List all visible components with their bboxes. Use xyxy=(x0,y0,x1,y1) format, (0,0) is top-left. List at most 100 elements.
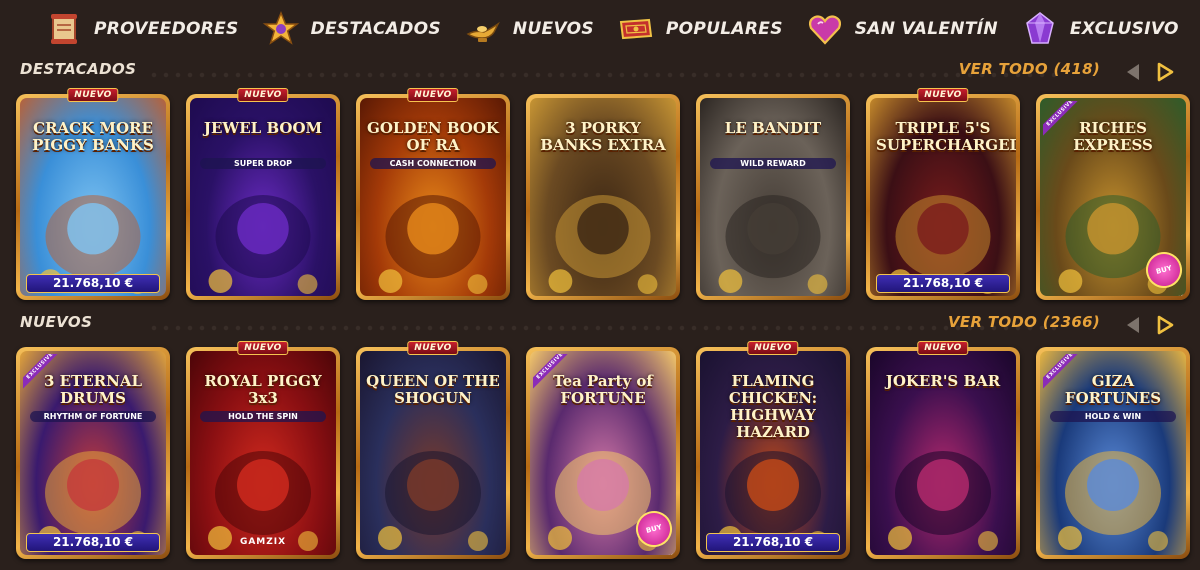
game-title: 3 PORKY BANKS EXTRA xyxy=(540,119,666,154)
game-thumbnail: LE BANDIT WILD REWARD xyxy=(700,98,846,296)
exclusive-label: EXCLUSIVE xyxy=(1043,101,1081,139)
scroll-icon xyxy=(44,9,84,49)
section-title: Destacados xyxy=(20,60,137,78)
game-card[interactable]: FLAMING CHICKEN: HIGHWAY HAZARD 21.768,10… xyxy=(696,341,850,559)
genie-lamp-icon xyxy=(463,9,503,49)
view-all-link[interactable]: Ver todo (418) xyxy=(959,60,1100,78)
game-thumbnail: QUEEN OF THE SHOGUN xyxy=(360,351,506,555)
view-all-link[interactable]: Ver todo (2366) xyxy=(948,313,1100,331)
game-title: JOKER'S BAR xyxy=(885,372,1001,390)
game-card[interactable]: TRIPLE 5'S SUPERCHARGED 21.768,10 € NUEVO xyxy=(866,88,1020,300)
game-card[interactable]: 3 PORKY BANKS EXTRA xyxy=(526,94,680,300)
next-arrow-icon[interactable] xyxy=(1154,61,1176,83)
jackpot-amount: 21.768,10 € xyxy=(706,533,840,552)
section-header: Nuevos Ver todo (2366) xyxy=(0,311,1200,343)
prev-arrow-icon[interactable] xyxy=(1123,314,1145,336)
next-arrow-icon[interactable] xyxy=(1154,314,1176,336)
game-thumbnail: GOLDEN BOOK OF RA CASH CONNECTION xyxy=(360,98,506,296)
nav-item-destacados[interactable]: Destacados xyxy=(261,9,441,49)
game-row: CRACK MORE PIGGY BANKS 21.768,10 € NUEVO JE… xyxy=(16,88,1190,300)
exclusive-label: EXCLUSIVE xyxy=(1043,354,1081,392)
game-card[interactable]: CRACK MORE PIGGY BANKS 21.768,10 € NUEVO xyxy=(16,88,170,300)
game-card[interactable]: RICHES EXPRESSBUY BONUSEXCLUSIVE xyxy=(1036,94,1190,300)
game-thumbnail: GIZA FORTUNES HOLD & WIN EXCLUSIVE xyxy=(1040,351,1186,555)
game-title: FLAMING CHICKEN: HIGHWAY HAZARD xyxy=(728,372,818,441)
game-row: 3 ETERNAL DRUMS RHYTHM OF FORTUNE 21.768,1… xyxy=(16,341,1190,559)
game-title: QUEEN OF THE SHOGUN xyxy=(366,372,500,407)
game-subtitle: RHYTHM OF FORTUNE xyxy=(30,411,156,422)
game-title: TRIPLE 5'S SUPERCHARGED xyxy=(876,119,1016,154)
jackpot-amount: 21.768,10 € xyxy=(26,533,160,552)
exclusive-label: EXCLUSIVE xyxy=(23,354,61,392)
new-badge: NUEVO xyxy=(917,341,969,355)
nav-label: Nuevos xyxy=(512,19,594,39)
game-thumbnail: 3 ETERNAL DRUMS RHYTHM OF FORTUNE 21.768,1… xyxy=(20,351,166,555)
game-card[interactable]: ROYAL PIGGY 3x3 HOLD THE SPIN GAMZIX NUEVO xyxy=(186,341,340,559)
game-thumbnail: ROYAL PIGGY 3x3 HOLD THE SPIN GAMZIX xyxy=(190,351,336,555)
section-title: Nuevos xyxy=(20,313,93,331)
nav-item-san-valent-n[interactable]: San Valentín xyxy=(805,9,998,49)
game-card[interactable]: LE BANDIT WILD REWARD xyxy=(696,94,850,300)
game-card[interactable]: JOKER'S BAR NUEVO xyxy=(866,341,1020,559)
nav-label: Exclusivo xyxy=(1069,19,1179,39)
game-card[interactable]: 3 ETERNAL DRUMS RHYTHM OF FORTUNE 21.768,1… xyxy=(16,347,170,559)
new-badge: NUEVO xyxy=(407,341,459,355)
prev-arrow-icon[interactable] xyxy=(1123,61,1145,83)
exclusive-ribbon: EXCLUSIVE xyxy=(1043,101,1081,139)
section-divider xyxy=(150,72,1060,78)
nav-item-populares[interactable]: Populares xyxy=(616,9,783,49)
game-thumbnail: 3 PORKY BANKS EXTRA xyxy=(530,98,676,296)
new-badge: NUEVO xyxy=(747,341,799,355)
game-thumbnail: JOKER'S BAR xyxy=(870,351,1016,555)
new-badge: NUEVO xyxy=(237,341,289,355)
nav-label: Populares xyxy=(665,19,783,39)
game-title: LE BANDIT xyxy=(724,119,822,137)
heart-gem-icon xyxy=(805,9,845,49)
game-subtitle: HOLD THE SPIN xyxy=(200,411,326,422)
nav-item-exclusivo[interactable]: Exclusivo xyxy=(1020,9,1179,49)
nav-label: San Valentín xyxy=(854,19,998,39)
section-header: Destacados Ver todo (418) xyxy=(0,58,1200,90)
star-icon xyxy=(261,9,301,49)
game-title: CRACK MORE PIGGY BANKS xyxy=(32,119,154,154)
game-card[interactable]: GIZA FORTUNES HOLD & WIN EXCLUSIVE xyxy=(1036,347,1190,559)
section-divider xyxy=(150,325,1060,331)
jackpot-amount: 21.768,10 € xyxy=(876,274,1010,293)
exclusive-label: EXCLUSIVE xyxy=(533,354,571,392)
game-card[interactable]: QUEEN OF THE SHOGUN NUEVO xyxy=(356,341,510,559)
section-destacados: Destacados Ver todo (418) CRACK MORE PIG… xyxy=(0,58,1200,308)
category-nav: Proveedores Destacados Nuevos Populares San … xyxy=(0,0,1200,58)
new-badge: NUEVO xyxy=(67,88,119,102)
game-title: ROYAL PIGGY 3x3 xyxy=(204,372,322,407)
game-card[interactable]: JEWEL BOOM SUPER DROP NUEVO xyxy=(186,88,340,300)
game-card[interactable]: GOLDEN BOOK OF RA CASH CONNECTION NUEVO xyxy=(356,88,510,300)
provider-logo: GAMZIX xyxy=(239,537,287,547)
nav-label: Proveedores xyxy=(94,19,239,39)
game-thumbnail: JEWEL BOOM SUPER DROP xyxy=(190,98,336,296)
game-thumbnail: RICHES EXPRESSBUY BONUSEXCLUSIVE xyxy=(1040,98,1186,296)
game-title: JEWEL BOOM xyxy=(203,119,323,137)
nav-item-nuevos[interactable]: Nuevos xyxy=(463,9,594,49)
new-badge: NUEVO xyxy=(237,88,289,102)
game-thumbnail: CRACK MORE PIGGY BANKS 21.768,10 € xyxy=(20,98,166,296)
new-badge: NUEVO xyxy=(917,88,969,102)
section-nuevos: Nuevos Ver todo (2366) 3 ETERNAL DRUMS RH… xyxy=(0,311,1200,570)
new-badge: NUEVO xyxy=(407,88,459,102)
game-thumbnail: FLAMING CHICKEN: HIGHWAY HAZARD 21.768,10… xyxy=(700,351,846,555)
magic-carpet-icon xyxy=(616,9,656,49)
jackpot-amount: 21.768,10 € xyxy=(26,274,160,293)
game-card[interactable]: Tea Party of FORTUNEBUY BONUSEXCLUSIVE xyxy=(526,347,680,559)
nav-item-proveedores[interactable]: Proveedores xyxy=(44,9,239,49)
game-thumbnail: TRIPLE 5'S SUPERCHARGED 21.768,10 € xyxy=(870,98,1016,296)
game-thumbnail: Tea Party of FORTUNEBUY BONUSEXCLUSIVE xyxy=(530,351,676,555)
game-subtitle: SUPER DROP xyxy=(200,158,326,169)
exclusive-ribbon: EXCLUSIVE xyxy=(533,354,571,392)
game-subtitle: CASH CONNECTION xyxy=(370,158,496,169)
purple-gem-icon xyxy=(1020,9,1060,49)
exclusive-ribbon: EXCLUSIVE xyxy=(23,354,61,392)
exclusive-ribbon: EXCLUSIVE xyxy=(1043,354,1081,392)
game-subtitle: HOLD & WIN xyxy=(1050,411,1176,422)
nav-label: Destacados xyxy=(310,19,441,39)
game-subtitle: WILD REWARD xyxy=(710,158,836,169)
game-title: GOLDEN BOOK OF RA xyxy=(367,119,499,154)
